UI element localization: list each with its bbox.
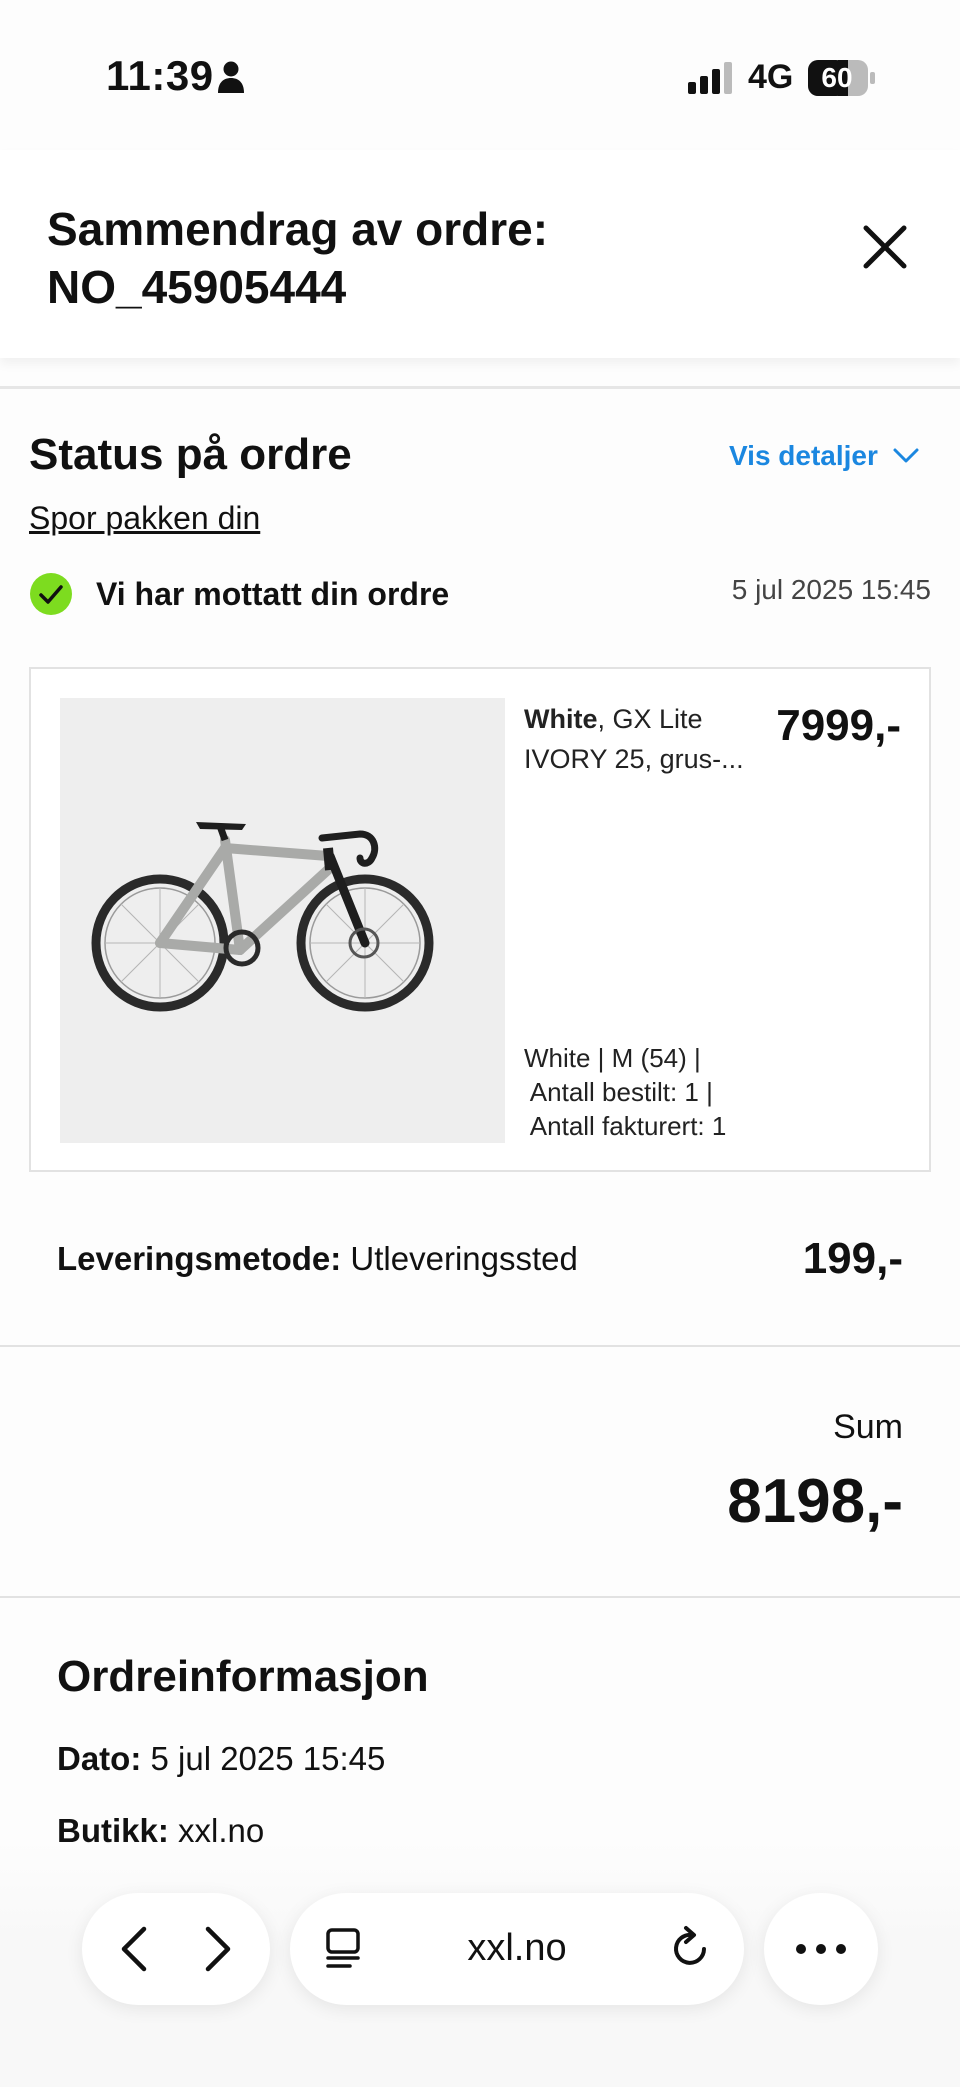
- signal-icon: [688, 62, 732, 94]
- order-status-date: 5 jul 2025 15:45: [731, 574, 931, 605]
- product-price: 7999,-: [776, 701, 901, 750]
- reload-icon[interactable]: [668, 1925, 714, 1973]
- page-title: Sammendrag av ordre: NO_45905444: [47, 200, 607, 316]
- sum-label: Sum: [833, 1408, 903, 1446]
- order-number: NO_45905444: [47, 261, 347, 313]
- show-details-label: Vis detaljer: [729, 440, 878, 471]
- product-meta: White | M (54) | Antall bestilt: 1 | Ant…: [524, 1041, 726, 1143]
- delivery-value: Utleveringssted: [341, 1240, 578, 1277]
- divider: [0, 1345, 960, 1347]
- bicycle-image: [91, 822, 434, 1012]
- order-status-row: Vi har mottatt din ordre 5 jul 2025 15:4…: [29, 570, 931, 618]
- product-image[interactable]: [60, 698, 505, 1143]
- modal-header: Sammendrag av ordre: NO_45905444: [0, 150, 960, 358]
- product-variant: White | M (54) |: [524, 1043, 701, 1073]
- order-date-label: Dato:: [57, 1740, 142, 1777]
- chevron-down-icon: [893, 448, 919, 463]
- more-menu[interactable]: [764, 1893, 878, 2005]
- back-icon[interactable]: [110, 1923, 160, 1975]
- divider: [0, 386, 960, 389]
- delivery-method: Leveringsmetode: Utleveringssted: [57, 1240, 578, 1278]
- delivery-price: 199,-: [802, 1234, 903, 1283]
- quantity-ordered: Antall bestilt: 1 |: [524, 1077, 713, 1107]
- page-title-line1: Sammendrag av ordre:: [47, 203, 549, 255]
- product-name[interactable]: White, GX Lite IVORY 25, grus-...: [524, 699, 754, 779]
- product-card[interactable]: White, GX Lite IVORY 25, grus-... 7999,-…: [29, 667, 931, 1172]
- check-circle-icon: [30, 573, 72, 615]
- status-title: Status på ordre: [29, 430, 352, 479]
- track-package-link[interactable]: Spor pakken din: [29, 500, 260, 537]
- order-date-value: 5 jul 2025 15:45: [141, 1740, 386, 1777]
- order-info-date: Dato: 5 jul 2025 15:45: [57, 1740, 385, 1778]
- product-name-bold: White: [524, 704, 598, 734]
- sum-value: 8198,-: [727, 1467, 903, 1536]
- person-icon: [218, 61, 244, 93]
- forward-icon[interactable]: [192, 1923, 242, 1975]
- delivery-label: Leveringsmetode:: [57, 1240, 342, 1277]
- show-details-button[interactable]: Vis detaljer: [729, 440, 920, 472]
- address-bar[interactable]: xxl.no: [290, 1893, 744, 2005]
- order-status-text: Vi har mottatt din ordre: [96, 576, 450, 612]
- order-info-title: Ordreinformasjon: [57, 1652, 429, 1701]
- status-bar: 11:39 4G 60: [0, 0, 960, 150]
- quantity-invoiced: Antall fakturert: 1: [524, 1111, 727, 1141]
- navigation-controls: [82, 1893, 270, 2005]
- network-type: 4G: [748, 58, 794, 96]
- close-icon[interactable]: [858, 220, 912, 274]
- status-time: 11:39: [106, 52, 214, 99]
- divider: [0, 1596, 960, 1598]
- battery-level: 60: [821, 62, 853, 93]
- more-icon[interactable]: [794, 1941, 848, 1957]
